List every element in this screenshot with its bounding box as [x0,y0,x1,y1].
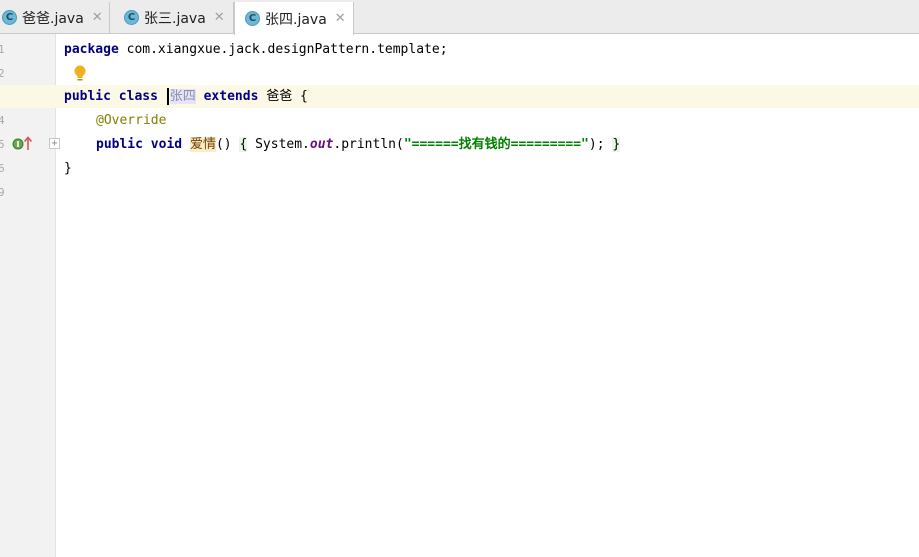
java-class-icon: C [245,11,260,26]
folded-brace-close[interactable]: } [612,137,621,152]
code-line-6: } [64,157,72,181]
method-params: () [215,137,240,152]
text-cursor [166,88,169,105]
line-number: 6 [0,162,5,175]
tab-label: 爸爸.java [22,10,84,27]
java-class-icon: C [124,10,139,25]
closing-brace: } [64,161,72,176]
superclass: 爸爸 { [258,89,308,104]
close-icon[interactable]: ✕ [92,10,103,25]
java-class-icon: C [2,10,17,25]
line-number: 2 [0,67,5,80]
line-number: 9 [0,186,5,199]
line-number: 1 [0,43,5,56]
method-name: 爱情 [189,137,216,152]
code-line-3: public class 张四 extends 爸爸 { [64,85,308,109]
annotation: @Override [96,113,167,128]
line-number: 4 [0,114,5,127]
call-close: ); [588,137,605,152]
keyword: void [150,137,183,152]
keyword: package [64,42,119,57]
line-number: 5 [0,138,5,151]
close-icon[interactable]: ✕ [335,11,346,26]
tab-label: 张四.java [265,11,327,28]
implements-up-arrow-icon[interactable] [12,135,34,151]
code-line-5: public void 爱情() { System.out.println("=… [96,133,621,157]
keyword: class [118,89,158,104]
lightbulb-icon[interactable] [74,65,86,83]
tab-baba-java[interactable]: C 爸爸.java ✕ [0,2,110,33]
method-call: .println( [333,137,404,152]
keyword: extends [203,89,259,104]
package-name: com.xiangxue.jack.designPattern.template… [118,42,448,57]
string-literal: "======找有钱的=========" [403,137,589,152]
tab-zhangsan-java[interactable]: C 张三.java ✕ [110,2,234,33]
tab-label: 张三.java [144,10,206,27]
code-line-1: package com.xiangxue.jack.designPattern.… [64,38,448,62]
class-name: 张四 [169,89,196,104]
method-call: System. [247,137,310,152]
close-icon[interactable]: ✕ [214,10,225,25]
editor-tab-bar: C 爸爸.java ✕ C 张三.java ✕ C 张四.java ✕ [0,0,919,35]
tab-zhangsi-java[interactable]: C 张四.java ✕ [234,2,354,35]
code-editor[interactable]: package com.xiangxue.jack.designPattern.… [0,34,919,557]
line-number-gutter[interactable]: 1 2 3 4 5 6 9 + [0,34,60,557]
keyword: public [64,89,111,104]
static-field: out [309,137,334,152]
code-line-4: @Override [96,109,166,133]
keyword: public [96,137,143,152]
